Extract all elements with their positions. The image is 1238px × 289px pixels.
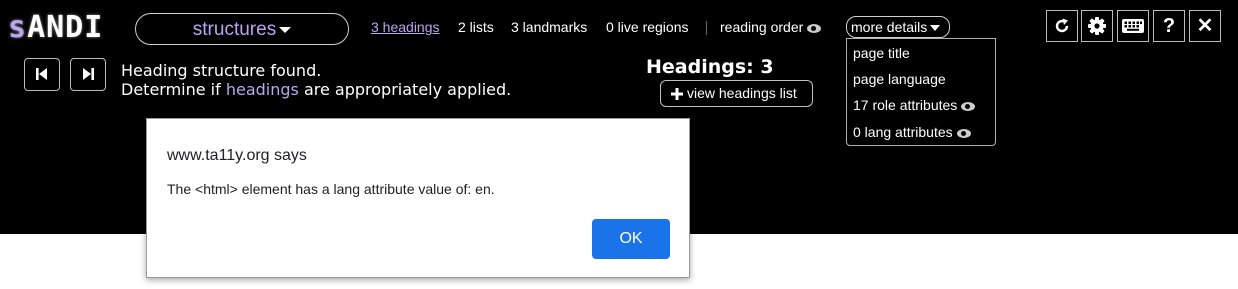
result-message-line2: Determine if headings are appropriately … [121,80,511,99]
keyboard-button[interactable] [1117,10,1149,42]
gear-icon [1088,17,1106,35]
caret-down-icon [930,25,941,32]
role-attributes-label: 17 role attributes [853,97,958,113]
mode-selector-label: structures [192,19,277,40]
more-details-label: more details [851,19,928,35]
headings-count: Headings: 3 [646,56,774,78]
view-headings-list-button[interactable]: view headings list [660,80,813,107]
refresh-button[interactable] [1046,10,1078,42]
result-message: Heading structure found. Determine if he… [121,61,511,99]
nav-separator [706,21,707,35]
settings-button[interactable] [1081,10,1113,42]
headings-link[interactable]: 3 headings [371,19,440,35]
skip-next-icon [83,68,94,80]
reading-order-label: reading order [720,19,804,35]
close-button[interactable]: ✕ [1189,10,1221,42]
logo-s: s [8,10,28,45]
refresh-icon [1055,18,1069,33]
keyboard-icon [1122,19,1144,33]
next-element-button[interactable] [70,58,106,91]
result-message-line1: Heading structure found. [121,61,322,80]
menu-item-lang-attributes[interactable]: 0 lang attributes [853,124,971,140]
caret-down-icon [279,26,292,33]
menu-item-page-language[interactable]: page language [853,71,946,87]
more-details-button[interactable]: more details [846,16,950,38]
andi-logo: sANDI [8,10,103,45]
close-icon: ✕ [1196,15,1214,37]
help-button[interactable]: ? [1153,10,1185,42]
ok-button[interactable]: OK [592,219,670,259]
view-headings-list-label: view headings list [687,85,797,101]
plus-icon [671,88,683,100]
logo-andi: ANDI [27,10,104,45]
menu-item-page-title[interactable]: page title [853,45,910,61]
skip-previous-icon [36,68,47,80]
message-text: are appropriately applied. [298,80,512,99]
previous-element-button[interactable] [24,58,60,91]
headings-term: headings [225,80,299,99]
reading-order-toggle[interactable]: reading order [720,19,822,35]
lang-attributes-label: 0 lang attributes [853,124,953,140]
eye-icon [961,101,976,111]
more-details-menu: page title page language 17 role attribu… [846,38,996,146]
eye-icon [807,23,822,33]
live-regions-link[interactable]: 0 live regions [606,19,689,35]
mode-selector-button[interactable]: structures [135,13,349,45]
eye-icon [956,128,971,138]
dialog-title: www.ta11y.org says [167,147,307,164]
landmarks-link[interactable]: 3 landmarks [511,19,587,35]
alert-dialog: www.ta11y.org says The <html> element ha… [146,118,690,278]
lists-link[interactable]: 2 lists [458,19,494,35]
dialog-message: The <html> element has a lang attribute … [167,181,495,197]
message-text: Determine if [121,80,226,99]
menu-item-role-attributes[interactable]: 17 role attributes [853,97,976,113]
help-label: ? [1162,15,1176,37]
